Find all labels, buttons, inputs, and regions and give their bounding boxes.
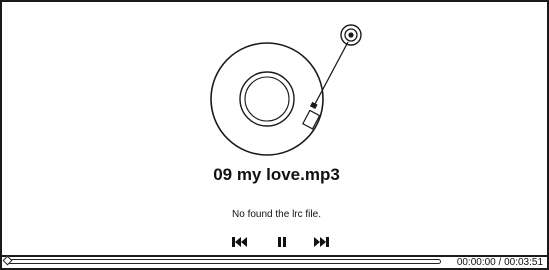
- previous-track-button[interactable]: [229, 234, 251, 250]
- vinyl-record-icon: [210, 24, 362, 156]
- time-readout: 00:00:00 / 00:03:51: [456, 257, 543, 268]
- progress-slider[interactable]: [2, 255, 441, 266]
- progress-bar-row: 00:00:00 / 00:03:51: [0, 255, 549, 270]
- progress-thumb[interactable]: [2, 255, 13, 266]
- player-window: 09 my love.mp3 No found the lrc file.: [0, 0, 549, 257]
- tonearm-joint: [309, 101, 318, 110]
- lyrics-status-message: No found the lrc file.: [232, 209, 321, 220]
- previous-track-icon: [232, 237, 247, 247]
- tonearm-pivot-center: [348, 32, 354, 38]
- pause-icon: [278, 237, 286, 247]
- track-title: 09 my love.mp3: [213, 165, 340, 184]
- playback-controls: [229, 234, 333, 250]
- next-track-button[interactable]: [311, 234, 333, 250]
- tonearm: [314, 41, 349, 105]
- next-track-icon: [314, 237, 329, 247]
- record-label-inner: [244, 76, 290, 122]
- tonearm-headshell: [302, 109, 321, 130]
- pause-button[interactable]: [271, 234, 293, 250]
- record-label-ring: [239, 71, 295, 127]
- record-outer-ring: [210, 42, 324, 156]
